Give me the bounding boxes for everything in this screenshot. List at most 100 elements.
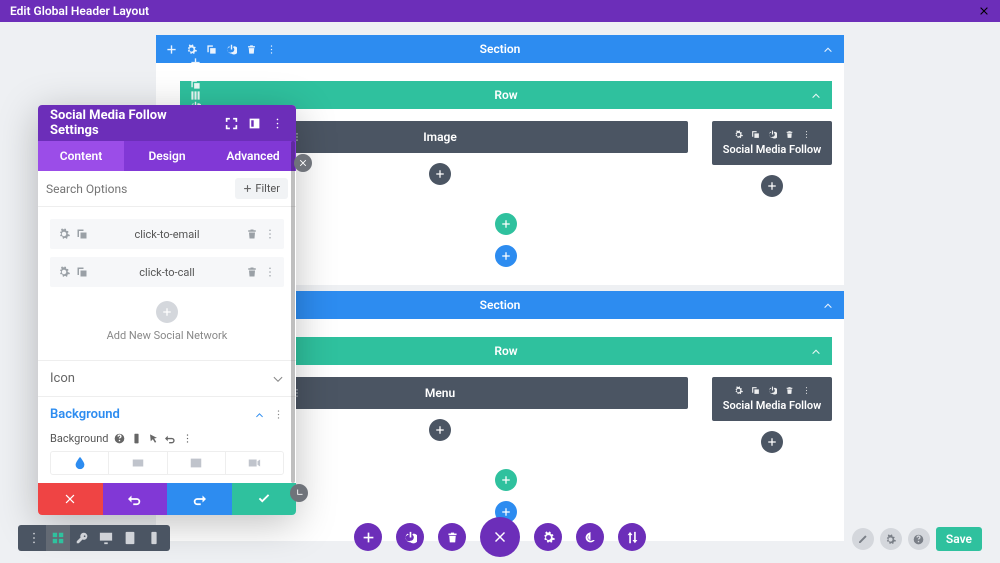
edits-button[interactable] bbox=[852, 528, 874, 550]
tab-content[interactable]: Content bbox=[38, 141, 124, 171]
gear-icon[interactable] bbox=[58, 266, 70, 278]
confirm-button[interactable] bbox=[232, 483, 297, 515]
trash-icon[interactable] bbox=[246, 266, 258, 278]
item-label: click-to-call bbox=[88, 266, 246, 279]
undo-button[interactable] bbox=[103, 483, 168, 515]
gear-icon[interactable] bbox=[190, 68, 201, 79]
add-social-network-button[interactable] bbox=[156, 301, 178, 323]
mobile-view[interactable] bbox=[142, 525, 166, 551]
view-toolbar bbox=[18, 525, 170, 551]
sort-button[interactable] bbox=[618, 523, 646, 551]
gear-button[interactable] bbox=[880, 528, 902, 550]
dots-icon[interactable] bbox=[266, 44, 277, 55]
power-icon[interactable] bbox=[768, 386, 777, 395]
trash-button[interactable] bbox=[438, 523, 466, 551]
add-row-button[interactable] bbox=[495, 213, 517, 235]
bg-color-tab[interactable] bbox=[51, 452, 109, 474]
tab-design[interactable]: Design bbox=[124, 141, 210, 171]
key-icon[interactable] bbox=[70, 525, 94, 551]
tab-advanced[interactable]: Advanced bbox=[210, 141, 296, 171]
section-header-1[interactable]: Section bbox=[156, 35, 844, 63]
gear-icon[interactable] bbox=[186, 44, 197, 55]
accordion-background[interactable]: Background bbox=[38, 396, 296, 432]
module-social-media-follow[interactable]: Social Media Follow bbox=[712, 377, 832, 421]
add-icon[interactable] bbox=[190, 57, 201, 68]
chevron-up-icon[interactable] bbox=[254, 409, 265, 420]
expand-icon[interactable] bbox=[225, 117, 238, 130]
search-row: Filter bbox=[38, 171, 296, 207]
module-label: Image bbox=[423, 130, 457, 144]
help-icon[interactable] bbox=[114, 433, 125, 444]
filter-button[interactable]: Filter bbox=[235, 178, 288, 199]
row-label: Row bbox=[494, 344, 517, 358]
trash-icon[interactable] bbox=[246, 228, 258, 240]
pointer-icon[interactable] bbox=[148, 433, 159, 444]
gear-icon[interactable] bbox=[734, 130, 743, 139]
undo-icon[interactable] bbox=[165, 433, 176, 444]
add-button[interactable] bbox=[354, 523, 382, 551]
redo-button[interactable] bbox=[167, 483, 232, 515]
resize-handle-icon[interactable] bbox=[290, 484, 308, 502]
dots-icon[interactable] bbox=[802, 130, 811, 139]
dots-icon[interactable] bbox=[182, 433, 193, 444]
module-social-media-follow[interactable]: Social Media Follow bbox=[712, 121, 832, 165]
power-icon[interactable] bbox=[768, 130, 777, 139]
copy-icon[interactable] bbox=[76, 266, 88, 278]
desktop-view[interactable] bbox=[94, 525, 118, 551]
mobile-icon[interactable] bbox=[131, 433, 142, 444]
copy-icon[interactable] bbox=[76, 228, 88, 240]
trash-icon[interactable] bbox=[246, 44, 257, 55]
list-item[interactable]: click-to-email bbox=[50, 219, 284, 249]
dots-icon[interactable] bbox=[22, 525, 46, 551]
close-builder-button[interactable] bbox=[480, 517, 520, 557]
chevron-up-icon[interactable] bbox=[822, 299, 834, 311]
chevron-down-icon bbox=[272, 373, 284, 385]
accordion-icon[interactable]: Icon bbox=[38, 360, 296, 396]
list-item[interactable]: click-to-call bbox=[50, 257, 284, 287]
trash-icon[interactable] bbox=[785, 130, 794, 139]
gear-icon[interactable] bbox=[734, 386, 743, 395]
wireframe-view[interactable] bbox=[46, 525, 70, 551]
add-module-button[interactable] bbox=[761, 175, 783, 197]
panel-title: Social Media Follow Settings bbox=[50, 108, 217, 138]
add-module-button[interactable] bbox=[761, 431, 783, 453]
add-icon[interactable] bbox=[166, 44, 177, 55]
add-section-button[interactable] bbox=[495, 245, 517, 267]
power-icon[interactable] bbox=[226, 44, 237, 55]
background-type-tabs bbox=[50, 451, 284, 475]
dots-icon[interactable] bbox=[264, 228, 276, 240]
gear-icon[interactable] bbox=[58, 228, 70, 240]
dots-icon[interactable] bbox=[264, 266, 276, 278]
chevron-up-icon[interactable] bbox=[810, 89, 822, 101]
add-row-button[interactable] bbox=[495, 469, 517, 491]
bg-image-tab[interactable] bbox=[168, 452, 226, 474]
add-module-button[interactable] bbox=[429, 419, 451, 441]
close-button[interactable] bbox=[978, 5, 990, 17]
trash-icon[interactable] bbox=[785, 386, 794, 395]
power-button[interactable] bbox=[396, 523, 424, 551]
dots-icon[interactable] bbox=[802, 386, 811, 395]
dots-icon[interactable] bbox=[271, 117, 284, 130]
dots-icon[interactable] bbox=[273, 409, 284, 420]
panel-header[interactable]: Social Media Follow Settings bbox=[38, 105, 296, 141]
chevron-up-icon[interactable] bbox=[810, 345, 822, 357]
settings-button[interactable] bbox=[534, 523, 562, 551]
columns-icon[interactable] bbox=[190, 90, 201, 101]
copy-icon[interactable] bbox=[751, 130, 760, 139]
copy-icon[interactable] bbox=[190, 79, 201, 90]
panel-scrollbar[interactable] bbox=[291, 141, 295, 483]
search-input[interactable] bbox=[46, 182, 235, 196]
help-button[interactable] bbox=[908, 528, 930, 550]
bg-gradient-tab[interactable] bbox=[109, 452, 167, 474]
save-button[interactable]: Save bbox=[936, 527, 982, 551]
cancel-button[interactable] bbox=[38, 483, 103, 515]
add-module-button[interactable] bbox=[429, 163, 451, 185]
copy-icon[interactable] bbox=[751, 386, 760, 395]
tablet-view[interactable] bbox=[118, 525, 142, 551]
drag-handle-icon[interactable] bbox=[294, 154, 312, 172]
panel-icon[interactable] bbox=[248, 117, 261, 130]
chevron-up-icon[interactable] bbox=[822, 43, 834, 55]
history-button[interactable] bbox=[576, 523, 604, 551]
bg-video-tab[interactable] bbox=[226, 452, 283, 474]
copy-icon[interactable] bbox=[206, 44, 217, 55]
